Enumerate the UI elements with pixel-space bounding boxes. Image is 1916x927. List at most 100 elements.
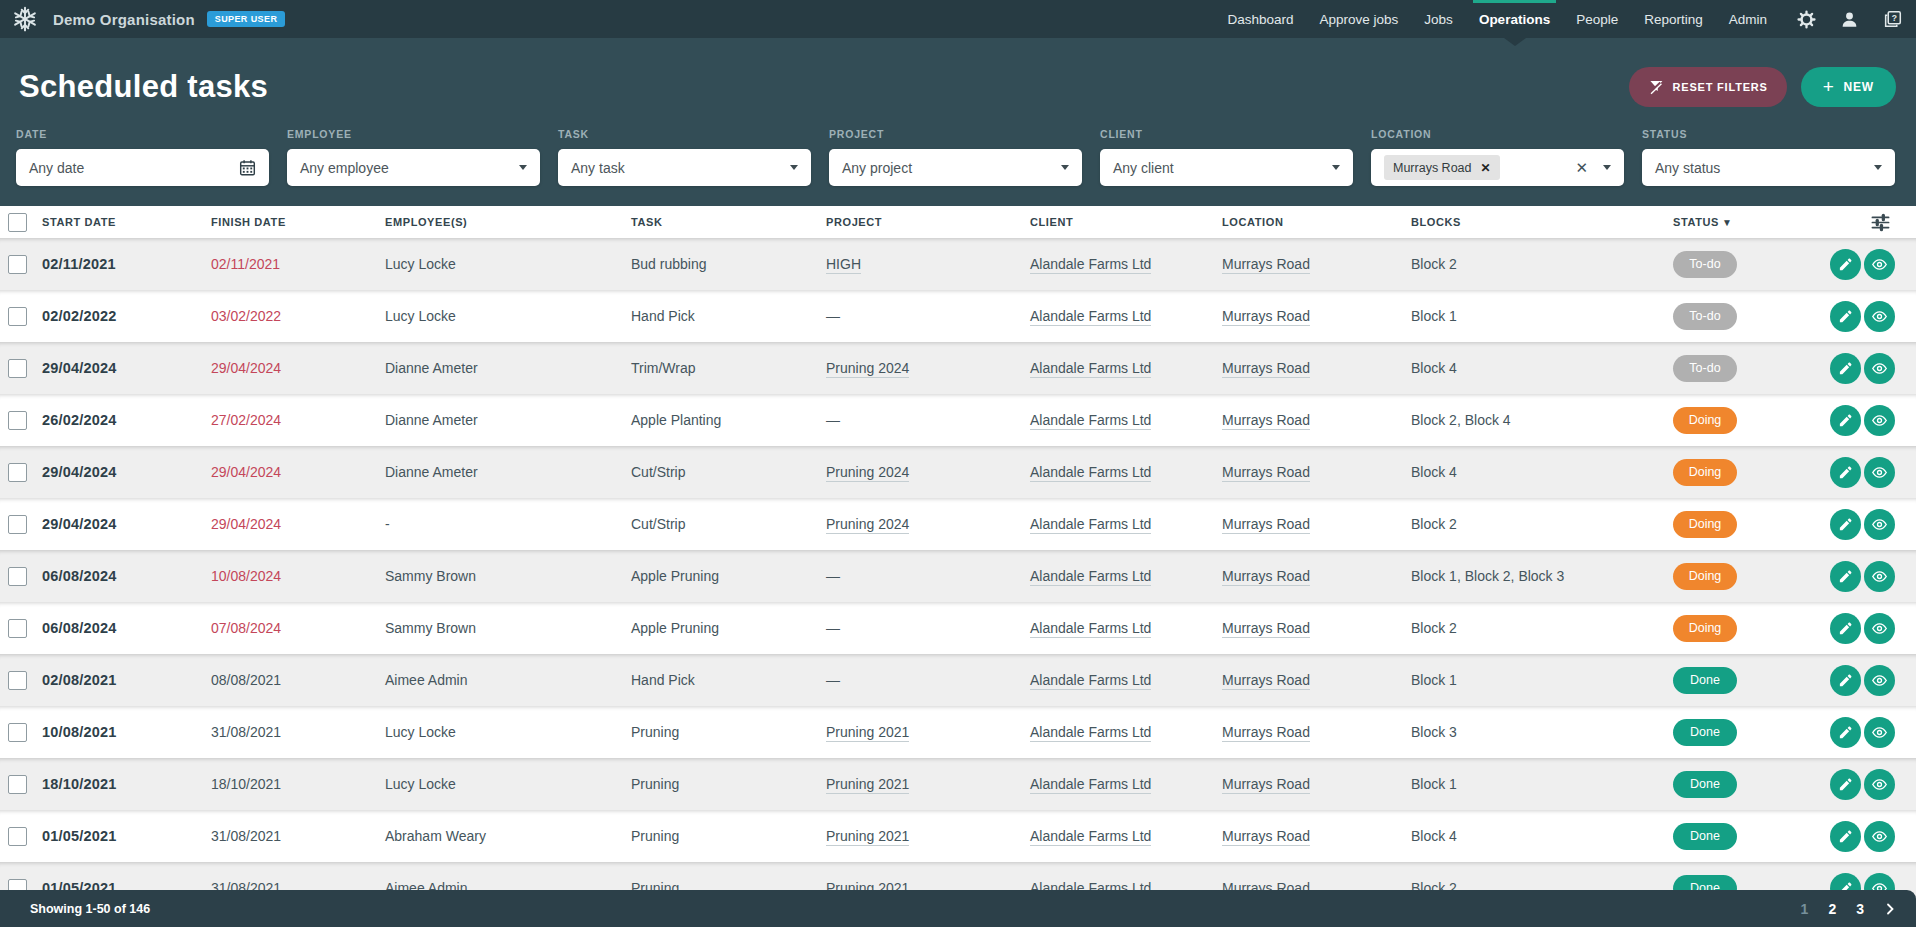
- view-button[interactable]: [1864, 405, 1895, 436]
- client-link[interactable]: Alandale Farms Ltd: [1030, 620, 1151, 638]
- location-link[interactable]: Murrays Road: [1222, 412, 1310, 430]
- row-checkbox[interactable]: [8, 255, 27, 274]
- view-button[interactable]: [1864, 457, 1895, 488]
- chevron-down-icon[interactable]: [1603, 165, 1611, 170]
- chevron-down-icon[interactable]: [790, 165, 798, 170]
- chevron-down-icon[interactable]: [519, 165, 527, 170]
- view-button[interactable]: [1864, 509, 1895, 540]
- settings-icon[interactable]: [1797, 10, 1816, 29]
- column-header-location[interactable]: LOCATION: [1222, 216, 1411, 228]
- row-checkbox[interactable]: [8, 775, 27, 794]
- column-header-blocks[interactable]: BLOCKS: [1411, 216, 1673, 228]
- filter-input-date[interactable]: Any date: [16, 149, 269, 186]
- location-link[interactable]: Murrays Road: [1222, 776, 1310, 794]
- nav-item-dashboard[interactable]: Dashboard: [1214, 0, 1306, 38]
- edit-button[interactable]: [1830, 769, 1861, 800]
- location-link[interactable]: Murrays Road: [1222, 464, 1310, 482]
- view-button[interactable]: [1864, 665, 1895, 696]
- client-link[interactable]: Alandale Farms Ltd: [1030, 256, 1151, 274]
- client-link[interactable]: Alandale Farms Ltd: [1030, 724, 1151, 742]
- row-checkbox[interactable]: [8, 827, 27, 846]
- filter-input-client[interactable]: Any client: [1100, 149, 1353, 186]
- edit-button[interactable]: [1830, 457, 1861, 488]
- column-header-project[interactable]: PROJECT: [826, 216, 1030, 228]
- row-checkbox[interactable]: [8, 463, 27, 482]
- calendar-icon[interactable]: [239, 159, 256, 176]
- project-link[interactable]: Pruning 2021: [826, 776, 909, 794]
- view-button[interactable]: [1864, 301, 1895, 332]
- nav-item-admin[interactable]: Admin: [1716, 0, 1780, 38]
- project-link[interactable]: Pruning 2021: [826, 724, 909, 742]
- row-checkbox[interactable]: [8, 307, 27, 326]
- edit-button[interactable]: [1830, 613, 1861, 644]
- filter-input-project[interactable]: Any project: [829, 149, 1082, 186]
- column-settings-icon[interactable]: [1871, 213, 1890, 232]
- edit-button[interactable]: [1830, 353, 1861, 384]
- row-checkbox[interactable]: [8, 723, 27, 742]
- edit-button[interactable]: [1830, 509, 1861, 540]
- edit-button[interactable]: [1830, 301, 1861, 332]
- edit-button[interactable]: [1830, 249, 1861, 280]
- column-header-status[interactable]: STATUS▼: [1673, 216, 1830, 228]
- column-header-finish-date[interactable]: FINISH DATE: [211, 216, 385, 228]
- client-link[interactable]: Alandale Farms Ltd: [1030, 308, 1151, 326]
- edit-button[interactable]: [1830, 821, 1861, 852]
- view-button[interactable]: [1864, 561, 1895, 592]
- chip-remove-icon[interactable]: ✕: [1481, 161, 1491, 175]
- client-link[interactable]: Alandale Farms Ltd: [1030, 516, 1151, 534]
- location-link[interactable]: Murrays Road: [1222, 672, 1310, 690]
- client-link[interactable]: Alandale Farms Ltd: [1030, 360, 1151, 378]
- row-checkbox[interactable]: [8, 671, 27, 690]
- location-link[interactable]: Murrays Road: [1222, 828, 1310, 846]
- edit-button[interactable]: [1830, 717, 1861, 748]
- row-checkbox[interactable]: [8, 411, 27, 430]
- account-icon[interactable]: [1840, 10, 1859, 29]
- column-header-task[interactable]: TASK: [631, 216, 826, 228]
- page-2[interactable]: 2: [1828, 901, 1836, 917]
- select-all-checkbox[interactable]: [8, 213, 27, 232]
- filter-input-location[interactable]: Murrays Road✕✕: [1371, 149, 1624, 186]
- location-link[interactable]: Murrays Road: [1222, 724, 1310, 742]
- project-link[interactable]: Pruning 2024: [826, 360, 909, 378]
- page-3[interactable]: 3: [1856, 901, 1864, 917]
- view-button[interactable]: [1864, 821, 1895, 852]
- project-link[interactable]: HIGH: [826, 256, 861, 274]
- filter-input-employee[interactable]: Any employee: [287, 149, 540, 186]
- column-header-start-date[interactable]: START DATE: [42, 216, 211, 228]
- chevron-down-icon[interactable]: [1061, 165, 1069, 170]
- location-link[interactable]: Murrays Road: [1222, 568, 1310, 586]
- client-link[interactable]: Alandale Farms Ltd: [1030, 412, 1151, 430]
- location-link[interactable]: Murrays Road: [1222, 620, 1310, 638]
- nav-item-approve-jobs[interactable]: Approve jobs: [1307, 0, 1412, 38]
- row-checkbox[interactable]: [8, 515, 27, 534]
- project-link[interactable]: Pruning 2024: [826, 464, 909, 482]
- nav-item-jobs[interactable]: Jobs: [1411, 0, 1466, 38]
- reset-filters-button[interactable]: RESET FILTERS: [1629, 67, 1787, 107]
- column-header-employee-s-[interactable]: EMPLOYEE(S): [385, 216, 631, 228]
- edit-button[interactable]: [1830, 405, 1861, 436]
- row-checkbox[interactable]: [8, 359, 27, 378]
- view-button[interactable]: [1864, 613, 1895, 644]
- row-checkbox[interactable]: [8, 567, 27, 586]
- location-link[interactable]: Murrays Road: [1222, 360, 1310, 378]
- project-link[interactable]: Pruning 2021: [826, 828, 909, 846]
- row-checkbox[interactable]: [8, 619, 27, 638]
- new-button[interactable]: + NEW: [1801, 67, 1896, 107]
- clear-filter-icon[interactable]: ✕: [1575, 160, 1588, 175]
- nav-item-reporting[interactable]: Reporting: [1631, 0, 1716, 38]
- column-header-client[interactable]: CLIENT: [1030, 216, 1222, 228]
- view-button[interactable]: [1864, 353, 1895, 384]
- client-link[interactable]: Alandale Farms Ltd: [1030, 776, 1151, 794]
- location-link[interactable]: Murrays Road: [1222, 308, 1310, 326]
- edit-button[interactable]: [1830, 665, 1861, 696]
- help-icon[interactable]: ?: [1883, 10, 1902, 29]
- view-button[interactable]: [1864, 769, 1895, 800]
- view-button[interactable]: [1864, 717, 1895, 748]
- next-page-icon[interactable]: [1884, 903, 1896, 915]
- filter-input-status[interactable]: Any status: [1642, 149, 1895, 186]
- client-link[interactable]: Alandale Farms Ltd: [1030, 672, 1151, 690]
- nav-item-operations[interactable]: Operations: [1466, 0, 1563, 38]
- chevron-down-icon[interactable]: [1874, 165, 1882, 170]
- filter-input-task[interactable]: Any task: [558, 149, 811, 186]
- location-link[interactable]: Murrays Road: [1222, 516, 1310, 534]
